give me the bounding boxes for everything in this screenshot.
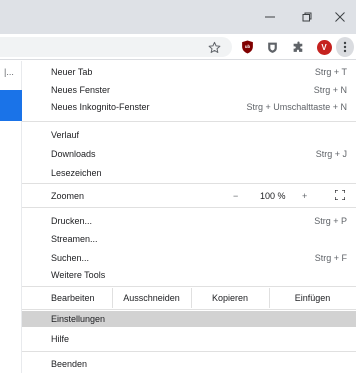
- menu-item-label: Einstellungen: [51, 314, 106, 324]
- page-blue-element: [0, 90, 22, 121]
- menu-item-print[interactable]: Drucken... Strg + P: [22, 213, 356, 228]
- ublock-icon: ub: [241, 40, 253, 54]
- minimize-icon: [265, 16, 275, 18]
- menu-item-label: Weitere Tools: [51, 269, 106, 280]
- menu-item-shortcut: Strg + T: [314, 66, 347, 77]
- menu-item-label: Streamen...: [51, 233, 98, 244]
- menu-item-cast[interactable]: Streamen...: [22, 231, 356, 246]
- profile-button[interactable]: V: [316, 39, 332, 55]
- menu-separator: [22, 183, 356, 184]
- menu-item-label: Hilfe: [51, 333, 70, 344]
- menu-item-label: Lesezeichen: [51, 167, 102, 178]
- fullscreen-button[interactable]: [334, 189, 346, 202]
- star-icon: [208, 41, 220, 53]
- menu-item-label: Neues Inkognito-Fenster: [51, 101, 150, 112]
- menu-separator: [22, 207, 356, 208]
- menu-item-settings[interactable]: Einstellungen: [22, 311, 356, 327]
- restore-icon: [302, 12, 312, 22]
- browser-toolbar: ub V: [0, 34, 356, 60]
- fullscreen-icon: [334, 189, 346, 201]
- menu-item-label: Drucken...: [51, 215, 93, 226]
- restore-button[interactable]: [289, 0, 325, 34]
- menu-item-zoom: Zoomen − 100 % +: [22, 188, 356, 203]
- menu-item-history[interactable]: Verlauf: [22, 127, 356, 142]
- close-icon: [335, 12, 345, 22]
- menu-item-label: Beenden: [51, 358, 88, 369]
- menu-item-shortcut: Strg + P: [314, 215, 347, 226]
- shield-extension-button[interactable]: [264, 39, 280, 55]
- shield-extension-icon: [267, 42, 277, 53]
- menu-separator: [22, 309, 356, 310]
- menu-item-new-window[interactable]: Neues Fenster Strg + N: [22, 82, 356, 97]
- copy-button[interactable]: Kopieren: [191, 288, 269, 308]
- cut-button[interactable]: Ausschneiden: [112, 288, 191, 308]
- kebab-menu-icon: [343, 41, 347, 53]
- avatar: V: [316, 39, 332, 55]
- menu-item-more-tools[interactable]: Weitere Tools: [22, 267, 356, 282]
- menu-item-find[interactable]: Suchen... Strg + F: [22, 250, 356, 265]
- ublock-extension-button[interactable]: ub: [239, 39, 255, 55]
- extensions-button[interactable]: [290, 39, 306, 55]
- close-button[interactable]: [322, 0, 356, 34]
- bookmark-star-button[interactable]: [206, 39, 222, 55]
- menu-item-new-tab[interactable]: Neuer Tab Strg + T: [22, 64, 356, 79]
- edit-label: Bearbeiten: [51, 293, 95, 303]
- zoom-out-button[interactable]: −: [233, 191, 238, 201]
- menu-item-help[interactable]: Hilfe: [22, 331, 356, 346]
- svg-text:ub: ub: [244, 44, 250, 49]
- menu-item-shortcut: Strg + J: [315, 148, 347, 159]
- menu-item-label: Suchen...: [51, 252, 90, 263]
- minimize-button[interactable]: [252, 0, 288, 34]
- menu-item-shortcut: Strg + N: [313, 84, 347, 95]
- page-content: |...: [0, 61, 22, 373]
- menu-item-label: Downloads: [51, 148, 96, 159]
- menu-item-label: Verlauf: [51, 129, 80, 140]
- menu-item-downloads[interactable]: Downloads Strg + J: [22, 146, 356, 161]
- menu-item-bookmarks[interactable]: Lesezeichen: [22, 165, 356, 180]
- address-bar[interactable]: [0, 37, 232, 57]
- menu-item-label: Neues Fenster: [51, 84, 111, 95]
- puzzle-icon: [293, 41, 302, 52]
- menu-item-label: Neuer Tab: [51, 66, 93, 77]
- menu-separator: [22, 121, 356, 122]
- menu-item-shortcut: Strg + Umschalttaste + N: [246, 101, 347, 112]
- paste-button[interactable]: Einfügen: [269, 288, 356, 308]
- menu-item-edit: Bearbeiten Ausschneiden Kopieren Einfüge…: [22, 288, 356, 308]
- menu-separator: [22, 351, 356, 352]
- zoom-level: 100 %: [260, 190, 286, 201]
- page-text-fragment: |...: [4, 67, 14, 77]
- menu-item-quit[interactable]: Beenden: [22, 356, 356, 371]
- zoom-in-button[interactable]: +: [302, 191, 307, 201]
- chrome-menu-button[interactable]: [336, 37, 354, 57]
- menu-item-incognito[interactable]: Neues Inkognito-Fenster Strg + Umschaltt…: [22, 99, 356, 114]
- chrome-main-menu: Neuer Tab Strg + T Neues Fenster Strg + …: [22, 61, 356, 373]
- menu-separator: [22, 286, 356, 287]
- title-bar: [0, 0, 356, 34]
- menu-item-shortcut: Strg + F: [314, 252, 347, 263]
